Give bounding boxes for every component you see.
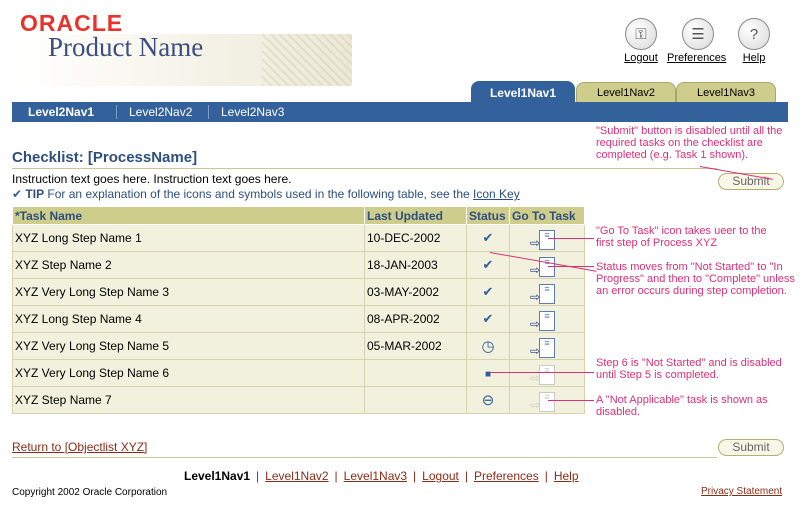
task-name: XYZ Very Long Step Name 5 [12, 332, 365, 360]
logout-icon: ⚿ [625, 18, 657, 50]
submit-button-bottom[interactable]: Submit [718, 439, 784, 456]
help-icon: ? [738, 18, 770, 50]
annotation-go-to-task: "Go To Task" icon takes ueer to the firs… [596, 225, 767, 249]
last-updated [364, 359, 467, 387]
help-button[interactable]: ? Help [737, 18, 771, 64]
preferences-button[interactable]: ☰ Preferences [667, 18, 726, 64]
footer-divider [12, 457, 717, 458]
task-name: XYZ Step Name 2 [12, 251, 365, 279]
tab-level1nav1[interactable]: Level1Nav1 [471, 81, 575, 103]
status-not-started-icon: ■ [466, 359, 510, 387]
annotation-status: Status moves from "Not Started" to "In P… [596, 261, 795, 297]
status-complete-icon: ✔ [466, 251, 510, 279]
table-row: XYZ Step Name 2 18-JAN-2003 ✔ ≡ [12, 251, 585, 279]
annotation-submit: "Submit" button is disabled until all th… [596, 125, 783, 161]
status-in-progress-icon: ◷ [466, 332, 510, 360]
product-name: Product Name [48, 32, 204, 62]
go-to-task-disabled-icon: ≡ [530, 364, 555, 385]
subnav-level2nav3[interactable]: Level2Nav3 [221, 102, 284, 122]
go-to-task-icon: ≡ [530, 283, 555, 304]
go-to-task-button-disabled: ≡ [509, 359, 585, 387]
subnav-level2nav2[interactable]: Level2Nav2 [129, 102, 192, 122]
go-to-task-icon: ≡ [530, 310, 555, 331]
task-name: XYZ Step Name 7 [12, 386, 365, 414]
footer-link-preferences[interactable]: Preferences [474, 469, 539, 483]
page-title: Checklist: [ProcessName] [12, 149, 198, 166]
annotation-leader [490, 372, 594, 373]
annotation-step6: Step 6 is "Not Started" and is disabled … [596, 357, 782, 381]
footer-link-level1nav2[interactable]: Level1Nav2 [265, 469, 328, 483]
annotation-not-applicable: A "Not Applicable" task is shown as disa… [596, 394, 768, 418]
last-updated: 03-MAY-2002 [364, 278, 467, 306]
tip-icon: ✔ [12, 187, 23, 201]
preferences-icon: ☰ [682, 18, 714, 50]
task-name: XYZ Very Long Step Name 3 [12, 278, 365, 306]
subnav-level2nav1[interactable]: Level2Nav1 [28, 102, 94, 122]
table-row: XYZ Step Name 7 ⊖ ≡ [12, 386, 585, 414]
icon-key-link[interactable]: Icon Key [473, 187, 520, 201]
task-name: XYZ Very Long Step Name 6 [12, 359, 365, 387]
logout-label: Logout [624, 52, 658, 64]
column-header-status: Status [466, 206, 510, 225]
column-header-last-updated: Last Updated [364, 206, 467, 225]
level2-navbar: Level2Nav1 Level2Nav2 Level2Nav3 [12, 102, 788, 122]
last-updated: 10-DEC-2002 [364, 224, 467, 252]
checklist-table: *Task Name Last Updated Status Go To Tas… [12, 206, 585, 414]
annotation-leader [548, 266, 594, 267]
annotation-leader [548, 238, 594, 239]
footer-link-level1nav3[interactable]: Level1Nav3 [344, 469, 407, 483]
tab-level1nav3[interactable]: Level1Nav3 [676, 82, 776, 103]
task-name: XYZ Long Step Name 4 [12, 305, 365, 333]
subnav-divider [116, 105, 117, 119]
logout-button[interactable]: ⚿ Logout [624, 18, 658, 64]
task-name: XYZ Long Step Name 1 [12, 224, 365, 252]
column-header-go-to-task: Go To Task [509, 206, 585, 225]
go-to-task-button[interactable]: ≡ [509, 251, 585, 279]
title-divider [12, 168, 717, 169]
last-updated: 05-MAR-2002 [364, 332, 467, 360]
table-row: XYZ Long Step Name 1 10-DEC-2002 ✔ ≡ [12, 224, 585, 252]
go-to-task-button[interactable]: ≡ [509, 278, 585, 306]
table-row: XYZ Very Long Step Name 5 05-MAR-2002 ◷ … [12, 332, 585, 360]
tip-text: For an explanation of the icons and symb… [47, 187, 470, 201]
status-complete-icon: ✔ [466, 278, 510, 306]
tip-label: TIP [25, 187, 45, 201]
last-updated: 08-APR-2002 [364, 305, 467, 333]
go-to-task-disabled-icon: ≡ [530, 391, 555, 412]
status-not-applicable-icon: ⊖ [466, 386, 510, 414]
footer-link-logout[interactable]: Logout [422, 469, 459, 483]
footer-link-help[interactable]: Help [554, 469, 579, 483]
return-link[interactable]: Return to [Objectlist XYZ] [12, 440, 147, 454]
subnav-divider [208, 105, 209, 119]
copyright: Copyright 2002 Oracle Corporation [12, 487, 168, 498]
last-updated [364, 386, 467, 414]
tab-level1nav2[interactable]: Level1Nav2 [576, 82, 676, 103]
table-row: XYZ Very Long Step Name 6 ■ ≡ [12, 359, 585, 387]
go-to-task-button[interactable]: ≡ [509, 305, 585, 333]
footer-nav: Level1Nav1 | Level1Nav2 | Level1Nav3 | Logout |… [184, 469, 579, 483]
go-to-task-icon: ≡ [530, 337, 555, 358]
status-complete-icon: ✔ [466, 224, 510, 252]
tip-line: ✔ TIP For an explanation of the icons an… [12, 187, 520, 201]
status-complete-icon: ✔ [466, 305, 510, 333]
table-row: XYZ Long Step Name 4 08-APR-2002 ✔ ≡ [12, 305, 585, 333]
privacy-statement-link[interactable]: Privacy Statement [701, 486, 782, 497]
footer-link-level1nav1[interactable]: Level1Nav1 [184, 469, 250, 483]
table-row: XYZ Very Long Step Name 3 03-MAY-2002 ✔ … [12, 278, 585, 306]
instruction-text: Instruction text goes here. Instruction … [12, 172, 292, 186]
annotation-leader [548, 400, 594, 401]
last-updated: 18-JAN-2003 [364, 251, 467, 279]
help-label: Help [742, 52, 766, 64]
column-header-task-name: *Task Name [12, 206, 365, 225]
preferences-label: Preferences [667, 52, 727, 64]
go-to-task-button[interactable]: ≡ [509, 332, 585, 360]
go-to-task-icon: ≡ [530, 229, 555, 250]
